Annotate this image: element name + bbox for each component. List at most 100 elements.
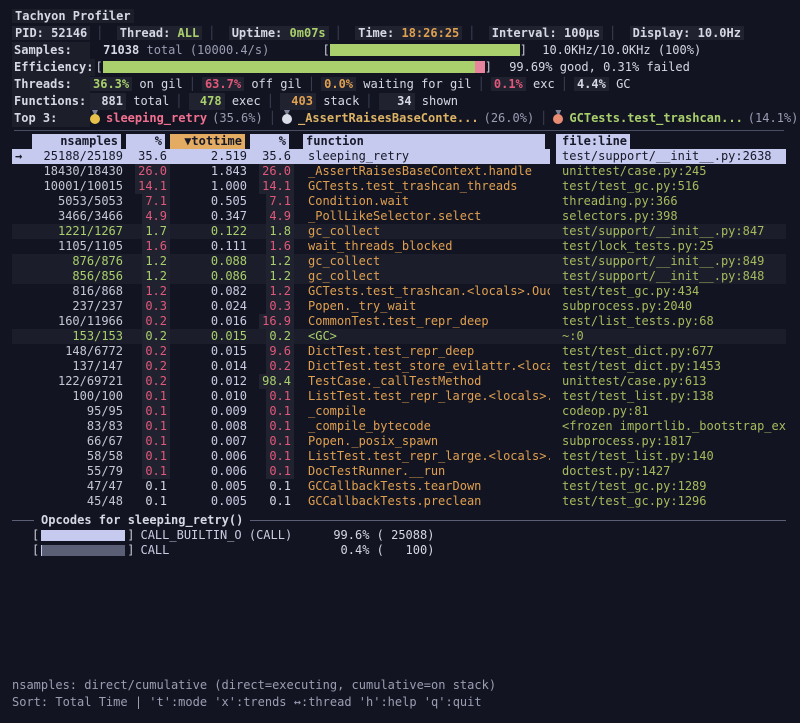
opcode-name: CALL: [134, 543, 304, 558]
table-row[interactable]: 10001/10015 14.1 1.000 14.1 GCTests.test…: [12, 179, 786, 194]
cell-tottime: 1.843: [170, 164, 250, 179]
opcode-bar: [41, 530, 125, 541]
cell-tottime: 0.012: [170, 374, 250, 389]
opcodes-header: Opcodes for sleeping_retry(): [12, 513, 786, 528]
cell-function: GCCallbackTests.tearDown: [294, 479, 550, 494]
table-row[interactable]: 816/868 1.2 0.082 1.2 GCTests.test_trash…: [12, 284, 786, 299]
cell-pct: 0.1: [126, 404, 170, 419]
thread-group[interactable]: Thread: ALL: [117, 26, 203, 40]
col-header-function[interactable]: function: [294, 134, 550, 149]
app-title: Tachyon Profiler: [12, 8, 786, 25]
thread-stat: 0.0% waiting for gil│: [321, 77, 491, 91]
col-header-nsamples[interactable]: nsamples: [32, 134, 126, 149]
cell-cumpct: 9.6: [250, 344, 294, 359]
table-row[interactable]: 18430/18430 26.0 1.843 26.0 _AssertRaise…: [12, 164, 786, 179]
table-row[interactable]: 100/100 0.1 0.010 0.1 ListTest.test_repr…: [12, 389, 786, 404]
table-row[interactable]: → 25188/25189 35.6 2.519 35.6 sleeping_r…: [12, 149, 786, 164]
samples-total: 71038: [97, 42, 139, 59]
col-header-pct[interactable]: %: [126, 134, 170, 149]
top3-item[interactable]: _AssertRaisesBaseConte...(26.0%)│: [282, 111, 553, 125]
thread-stat: 63.7% off gil│: [202, 77, 321, 91]
cell-nsamples: 1221/1267: [32, 224, 126, 239]
cell-pct: 0.1: [126, 434, 170, 449]
medal-icon: [282, 110, 292, 124]
col-header-file[interactable]: file:line: [556, 134, 786, 149]
cell-pct: 0.2: [126, 374, 170, 389]
cell-tottime: 0.505: [170, 194, 250, 209]
cell-file-line: test/test_gc.py:1296: [556, 494, 786, 509]
table-row[interactable]: 5053/5053 7.1 0.505 7.1 Condition.wait t…: [12, 194, 786, 209]
cell-nsamples: 47/47: [32, 479, 126, 494]
cell-file-line: ~:0: [556, 329, 786, 344]
cell-file-line: test/test_dict.py:1453: [556, 359, 786, 374]
table-row[interactable]: 58/58 0.1 0.006 0.1 ListTest.test_repr_l…: [12, 449, 786, 464]
table-row[interactable]: 55/79 0.1 0.006 0.1 DocTestRunner.__run …: [12, 464, 786, 479]
table-row[interactable]: 876/876 1.2 0.088 1.2 gc_collect test/su…: [12, 254, 786, 269]
cell-pct: 0.1: [126, 479, 170, 494]
table-row[interactable]: 160/11966 0.2 0.016 16.9 CommonTest.test…: [12, 314, 786, 329]
table-row[interactable]: 153/153 0.2 0.015 0.2 <GC> ~:0: [12, 329, 786, 344]
cell-cumpct: 0.1: [250, 434, 294, 449]
cell-cumpct: 0.1: [250, 419, 294, 434]
function-stat: 478 exec│: [189, 94, 280, 108]
cell-function: DictTest.test_repr_deep: [294, 344, 550, 359]
table-row[interactable]: 148/6772 0.2 0.015 9.6 DictTest.test_rep…: [12, 344, 786, 359]
cell-pct: 0.2: [126, 359, 170, 374]
cell-nsamples: 856/856: [32, 269, 126, 284]
col-header-tottime-sorted[interactable]: ▼tottime: [170, 134, 250, 149]
cell-function: sleeping_retry: [294, 149, 550, 164]
table-row[interactable]: 1105/1105 1.6 0.111 1.6 wait_threads_blo…: [12, 239, 786, 254]
medal-icon: [90, 110, 100, 124]
cell-cumpct: 0.2: [250, 359, 294, 374]
table-row[interactable]: 95/95 0.1 0.009 0.1 _compile codeop.py:8…: [12, 404, 786, 419]
efficiency-bar: [103, 61, 485, 73]
samples-rate: 10.0KHz/10.0KHz (100%): [534, 43, 701, 57]
cell-nsamples: 18430/18430: [32, 164, 126, 179]
interval-value: 100µs: [564, 26, 600, 40]
top3-items: sleeping_retry(35.6%)│_AssertRaisesBaseC…: [90, 111, 798, 125]
cell-function: TestCase._callTestMethod: [294, 374, 550, 389]
functions-segments: 881 total│478 exec│403 stack│34 shown│: [90, 94, 458, 108]
cell-cumpct: 98.4: [250, 374, 294, 389]
cell-pct: 14.1: [126, 179, 170, 194]
table-row[interactable]: 856/856 1.2 0.086 1.2 gc_collect test/su…: [12, 269, 786, 284]
table-row[interactable]: 137/147 0.2 0.014 0.2 DictTest.test_stor…: [12, 359, 786, 374]
table-row[interactable]: 45/48 0.1 0.005 0.1 GCCallbackTests.prec…: [12, 494, 786, 509]
profile-table: nsamples % ▼tottime % function file:line…: [12, 134, 786, 509]
table-row[interactable]: 83/83 0.1 0.008 0.1 _compile_bytecode <f…: [12, 419, 786, 434]
cell-nsamples: 58/58: [32, 449, 126, 464]
top3-item[interactable]: GCTests.test_trashcan...(14.1%)│: [553, 111, 798, 125]
cell-nsamples: 237/237: [32, 299, 126, 314]
cell-nsamples: 100/100: [32, 389, 126, 404]
cell-cumpct: 0.3: [250, 299, 294, 314]
cell-cumpct: 0.1: [250, 389, 294, 404]
table-row[interactable]: 3466/3466 4.9 0.347 4.9 _PollLikeSelecto…: [12, 209, 786, 224]
threads-segments: 36.3% on gil│63.7% off gil│0.0% waiting …: [90, 77, 631, 91]
cell-nsamples: 876/876: [32, 254, 126, 269]
col-header-cumpct[interactable]: %: [250, 134, 294, 149]
legend-note: nsamples: direct/cumulative (direct=exec…: [12, 677, 786, 694]
status-bar: Sort: Total Time | 't':mode 'x':trends ↔…: [12, 694, 786, 711]
table-row[interactable]: 47/47 0.1 0.005 0.1 GCCallbackTests.tear…: [12, 479, 786, 494]
cell-function: gc_collect: [294, 269, 550, 284]
cell-tottime: 0.010: [170, 389, 250, 404]
table-row[interactable]: 1221/1267 1.7 0.122 1.8 gc_collect test/…: [12, 224, 786, 239]
opcode-name: CALL_BUILTIN_O (CALL): [134, 528, 304, 543]
cell-file-line: unittest/case.py:245: [556, 164, 786, 179]
table-row[interactable]: 237/237 0.3 0.024 0.3 Popen._try_wait su…: [12, 299, 786, 314]
table-row[interactable]: 66/67 0.1 0.007 0.1 Popen._posix_spawn s…: [12, 434, 786, 449]
cell-nsamples: 148/6772: [32, 344, 126, 359]
cell-file-line: <frozen importlib._bootstrap_externa: [556, 419, 786, 434]
cell-file-line: test/test_gc.py:1289: [556, 479, 786, 494]
cell-nsamples: 137/147: [32, 359, 126, 374]
table-row[interactable]: 122/69721 0.2 0.012 98.4 TestCase._callT…: [12, 374, 786, 389]
top3-item[interactable]: sleeping_retry(35.6%)│: [90, 111, 282, 125]
samples-line: Samples: 71038 total (10000.4/s) [] 10.0…: [12, 42, 786, 59]
cell-pct: 1.7: [126, 224, 170, 239]
cell-pct: 0.3: [126, 299, 170, 314]
cell-function: Condition.wait: [294, 194, 550, 209]
table-body: → 25188/25189 35.6 2.519 35.6 sleeping_r…: [12, 149, 786, 509]
cell-cumpct: 0.1: [250, 464, 294, 479]
cell-nsamples: 5053/5053: [32, 194, 126, 209]
cell-file-line: test/support/__init__.py:847: [556, 224, 786, 239]
